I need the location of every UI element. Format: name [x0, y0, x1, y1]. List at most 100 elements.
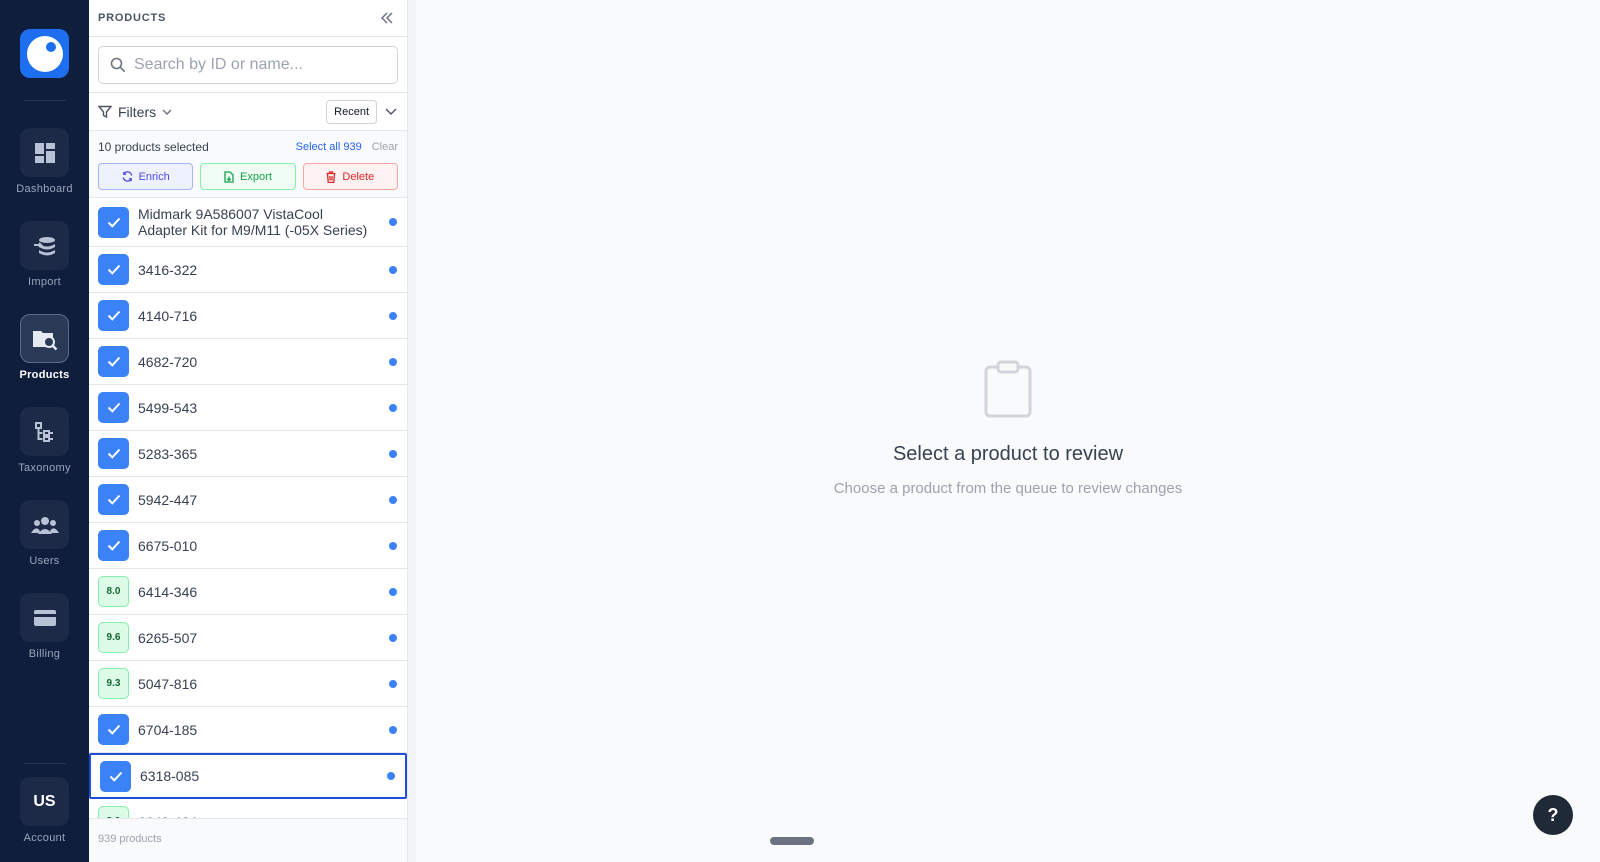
enrich-label: Enrich — [138, 170, 170, 183]
status-dot — [389, 218, 397, 226]
refresh-icon — [122, 171, 132, 182]
check-icon — [107, 724, 120, 735]
row-checkbox[interactable] — [98, 714, 129, 745]
select-all-link[interactable]: Select all 939 — [296, 141, 362, 153]
product-row[interactable]: 6675-010 — [89, 523, 407, 569]
nav-label: Billing — [28, 648, 61, 660]
nav-item-account[interactable]: US Account — [0, 777, 89, 857]
chevrons-left-icon — [380, 12, 393, 24]
product-row[interactable]: 8.0 6414-346 — [89, 569, 407, 615]
product-row[interactable]: 9.3 5047-816 — [89, 661, 407, 707]
status-dot — [389, 495, 397, 504]
nav-item-users[interactable]: Users — [0, 500, 89, 580]
logo-icon — [26, 35, 63, 72]
product-row[interactable]: 8.96648-424 — [89, 799, 407, 818]
nav-item-taxonomy[interactable]: Taxonomy — [0, 407, 89, 487]
row-checkbox[interactable] — [98, 530, 129, 561]
search-box[interactable] — [98, 46, 398, 84]
review-area: Select a product to review Choose a prod… — [416, 0, 1600, 862]
product-row[interactable]: 9.6 6265-507 — [89, 615, 407, 661]
product-name: 4140-716 — [138, 307, 198, 324]
nav-label: Dashboard — [16, 183, 73, 195]
sort-control: Recent — [326, 99, 397, 124]
row-checkbox[interactable] — [98, 346, 129, 377]
panel-resize-edge[interactable] — [408, 0, 416, 862]
collapse-panel-button[interactable] — [377, 8, 397, 28]
chevron-down-icon[interactable] — [385, 108, 397, 115]
search-input[interactable] — [134, 56, 374, 74]
product-row[interactable]: 5499-543 — [89, 385, 407, 431]
clipboard-icon — [983, 360, 1033, 418]
product-name: 6318-085 — [140, 768, 200, 784]
check-icon — [107, 217, 120, 228]
sort-select[interactable]: Recent — [326, 99, 377, 124]
dashboard-icon — [20, 128, 69, 177]
product-row[interactable]: 4140-716 — [89, 293, 407, 339]
product-row[interactable]: Midmark 9A586007 VistaCool Adapter Kit f… — [89, 198, 407, 247]
search-icon — [110, 57, 126, 73]
help-button[interactable]: ? — [1533, 795, 1573, 835]
rail-divider — [24, 100, 66, 101]
nav-label: Products — [19, 369, 70, 381]
product-name: 6675-010 — [138, 537, 198, 554]
drag-handle[interactable] — [770, 837, 814, 845]
row-checkbox[interactable] — [98, 438, 129, 469]
product-name: 5942-447 — [138, 491, 198, 508]
check-icon — [107, 540, 120, 551]
delete-label: Delete — [342, 170, 375, 183]
product-list: Midmark 9A586007 VistaCool Adapter Kit f… — [89, 198, 407, 818]
product-name: 4682-720 — [138, 353, 198, 370]
status-dot — [389, 541, 397, 550]
product-name: 6704-185 — [138, 721, 198, 738]
delete-button[interactable]: Delete — [302, 163, 398, 190]
clear-selection-link[interactable]: Clear — [372, 141, 398, 153]
avatar: US — [20, 777, 69, 826]
filter-row: Filters Recent — [89, 93, 407, 131]
row-checkbox[interactable] — [98, 484, 129, 515]
nav-item-import[interactable]: Import — [0, 221, 89, 301]
check-icon — [107, 356, 120, 367]
product-row[interactable]: 5942-447 — [89, 477, 407, 523]
app-logo[interactable] — [20, 29, 69, 78]
nav-item-billing[interactable]: Billing — [0, 593, 89, 673]
credit-card-icon — [20, 593, 69, 642]
product-row[interactable]: 4682-720 — [89, 339, 407, 385]
check-icon — [107, 402, 120, 413]
empty-state-subtitle: Choose a product from the queue to revie… — [833, 480, 1183, 497]
database-import-icon — [20, 221, 69, 270]
check-icon — [107, 264, 120, 275]
product-name: 5047-816 — [138, 675, 198, 692]
product-row[interactable]: 5283-365 — [89, 431, 407, 477]
nav-rail: Dashboard Import Products Taxonomy Users… — [0, 0, 89, 862]
status-dot — [389, 679, 397, 688]
status-dot — [389, 633, 397, 642]
row-checkbox[interactable] — [98, 300, 129, 331]
product-row[interactable]: 6704-185 — [89, 707, 407, 753]
filter-icon — [98, 105, 112, 118]
product-name: 5499-543 — [138, 399, 198, 416]
row-checkbox[interactable] — [98, 206, 129, 238]
status-dot — [389, 265, 397, 274]
row-checkbox[interactable] — [98, 392, 129, 423]
check-icon — [107, 310, 120, 321]
panel-header: PRODUCTS — [89, 0, 407, 37]
product-name: 3416-322 — [138, 261, 198, 278]
nav-item-products[interactable]: Products — [0, 314, 89, 394]
product-name: 6414-346 — [138, 583, 198, 600]
product-row[interactable]: 3416-322 — [89, 247, 407, 293]
nav-item-dashboard[interactable]: Dashboard — [0, 128, 89, 208]
export-button[interactable]: Export — [200, 163, 296, 190]
status-dot — [389, 449, 397, 458]
avatar-initials: US — [33, 792, 56, 810]
product-row[interactable]: 6318-085 — [89, 753, 407, 799]
search-section — [89, 37, 407, 93]
filters-label: Filters — [118, 103, 157, 120]
selection-count: 10 products selected — [98, 140, 209, 154]
status-dot — [389, 357, 397, 366]
row-checkbox[interactable] — [100, 760, 131, 792]
export-label: Export — [240, 170, 272, 183]
nav-label: Users — [29, 555, 60, 567]
enrich-button[interactable]: Enrich — [98, 163, 194, 190]
filters-button[interactable]: Filters — [98, 104, 172, 120]
row-checkbox[interactable] — [98, 254, 129, 285]
